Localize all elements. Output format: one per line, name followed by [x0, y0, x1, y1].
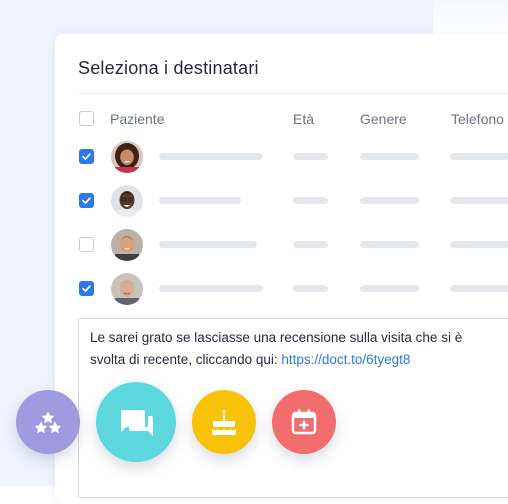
column-header-patient: Paziente: [110, 111, 165, 127]
stars-icon: [34, 411, 62, 434]
gender-placeholder: [360, 153, 419, 160]
calendar-plus-icon: [291, 409, 317, 435]
row-checkbox[interactable]: [79, 149, 94, 164]
message-text: Le sarei grato se lasciasse una recensio…: [90, 327, 500, 371]
dialog-title: Seleziona i destinatari: [78, 58, 259, 78]
gender-placeholder: [360, 197, 419, 204]
man-beard-avatar: [111, 229, 143, 261]
column-header-gender: Genere: [360, 111, 407, 127]
cake-icon: [212, 409, 236, 435]
check-icon: [82, 153, 91, 160]
man-glasses-avatar: [111, 185, 143, 217]
woman-avatar: [111, 141, 143, 173]
row-checkbox[interactable]: [79, 281, 94, 296]
phone-placeholder: [450, 285, 508, 292]
gender-placeholder: [360, 241, 419, 248]
check-icon: [82, 197, 91, 204]
check-icon: [82, 285, 91, 292]
patient-name-placeholder: [159, 153, 263, 160]
older-man-avatar: [111, 273, 143, 305]
chat-icon: [121, 410, 153, 436]
background-panel-right: [433, 0, 508, 34]
column-header-phone: Telefono: [451, 111, 504, 127]
age-placeholder: [293, 285, 328, 292]
appointment-button[interactable]: [272, 390, 336, 454]
review-link[interactable]: https://doct.to/6tyegt8: [281, 352, 410, 367]
patient-name-placeholder: [159, 241, 257, 248]
patient-name-placeholder: [159, 285, 263, 292]
patient-name-placeholder: [159, 197, 241, 204]
phone-placeholder: [450, 197, 508, 204]
title-divider: [78, 93, 508, 94]
age-placeholder: [293, 153, 328, 160]
phone-placeholder: [450, 153, 508, 160]
column-header-age: Età: [293, 111, 315, 127]
birthday-button[interactable]: [192, 390, 256, 454]
select-all-checkbox[interactable]: [79, 111, 94, 126]
row-checkbox[interactable]: [79, 237, 94, 252]
row-checkbox[interactable]: [79, 193, 94, 208]
gender-placeholder: [360, 285, 419, 292]
phone-placeholder: [450, 241, 508, 248]
age-placeholder: [293, 241, 328, 248]
age-placeholder: [293, 197, 328, 204]
reviews-button[interactable]: [16, 390, 80, 454]
messages-button[interactable]: [96, 382, 176, 462]
